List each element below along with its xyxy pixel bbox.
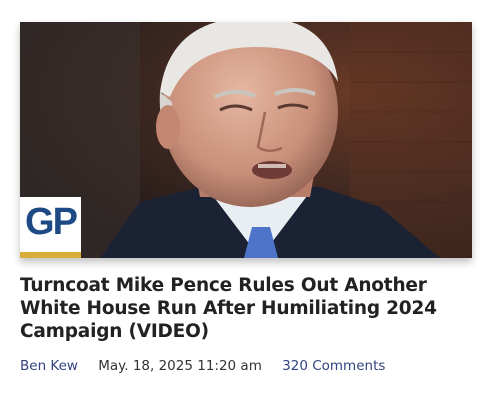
gp-logo: GP	[20, 197, 81, 258]
article-card: GP	[20, 22, 472, 258]
author-link[interactable]: Ben Kew	[20, 358, 78, 374]
publish-date: May. 18, 2025 11:20 am	[98, 358, 262, 374]
article-headline[interactable]: Turncoat Mike Pence Rules Out Another Wh…	[20, 274, 480, 343]
article-meta: Ben Kew May. 18, 2025 11:20 am 320 Comme…	[20, 358, 385, 374]
comments-link[interactable]: 320 Comments	[282, 358, 385, 374]
logo-stripe	[20, 252, 81, 258]
article-image[interactable]: GP	[20, 22, 472, 258]
portrait-photo	[20, 22, 472, 258]
logo-text: GP	[25, 201, 78, 243]
